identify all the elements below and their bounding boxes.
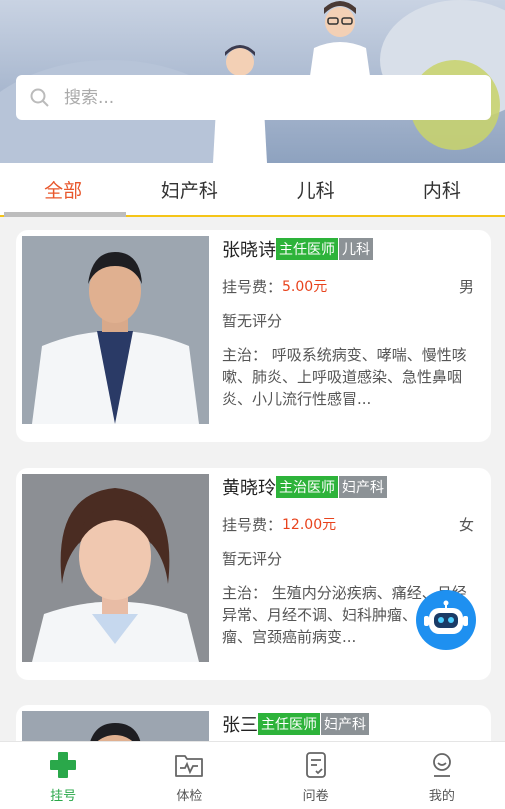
doctor-name: 黄晓玲: [222, 478, 276, 499]
tab-all[interactable]: 全部: [0, 163, 127, 217]
fee-label: 挂号费：: [222, 277, 283, 296]
gender-label: 女: [458, 515, 474, 534]
tab-internal-medicine[interactable]: 内科: [379, 163, 505, 215]
health-folder-icon: [174, 752, 204, 782]
doctor-photo: [22, 474, 209, 662]
fee-label: 挂号费：: [222, 515, 283, 534]
assistant-robot-button[interactable]: [416, 590, 476, 650]
nav-label: 问卷: [302, 789, 329, 804]
rating-text: 暂无评分: [222, 312, 283, 330]
gender-label: 男: [458, 277, 474, 296]
nav-questionnaire[interactable]: 问卷: [253, 742, 379, 809]
fee-value: 12.00元: [282, 517, 337, 533]
nav-checkup[interactable]: 体检: [126, 742, 252, 809]
title-badge: 主治医师: [276, 476, 338, 498]
department-badge: 妇产科: [321, 713, 369, 735]
doctor-card[interactable]: 张晓诗 主任医师 儿科 挂号费： 5.00元 男 暂无评分 主治： 呼吸系统病变…: [16, 230, 491, 442]
tab-pediatrics[interactable]: 儿科: [253, 163, 379, 215]
department-badge: 妇产科: [339, 476, 387, 498]
doctor-name: 张晓诗: [222, 240, 276, 261]
doctor-name: 张三: [222, 715, 258, 736]
department-badge: 儿科: [339, 238, 373, 260]
doctor-card[interactable]: 黄晓玲 主治医师 妇产科 挂号费： 12.00元 女 暂无评分 主治： 生殖内分…: [16, 468, 491, 680]
nav-label: 我的: [428, 789, 455, 804]
search-input[interactable]: [64, 87, 464, 108]
nav-label: 挂号: [50, 789, 77, 804]
robot-icon: [424, 600, 468, 634]
fee-value: 5.00元: [282, 279, 328, 295]
title-badge: 主任医师: [276, 238, 338, 260]
bottom-navigation: 挂号 体检 问卷 我的: [0, 741, 505, 809]
title-badge: 主任医师: [258, 713, 320, 735]
rating-text: 暂无评分: [222, 550, 283, 568]
search-bar[interactable]: [16, 75, 491, 120]
nav-profile[interactable]: 我的: [379, 742, 505, 809]
nav-label: 体检: [176, 789, 203, 804]
nav-register[interactable]: 挂号: [0, 742, 126, 809]
search-icon: [16, 75, 64, 120]
checklist-icon: [304, 752, 328, 782]
specialty-description: 主治： 呼吸系统病变、哮喘、慢性咳嗽、肺炎、上呼吸道感染、急性鼻咽炎、小儿流行性…: [222, 346, 467, 408]
category-tabs: 全部 妇产科 儿科 内科: [0, 163, 505, 217]
doctor-photo: [22, 236, 209, 424]
plus-cross-icon: [50, 752, 77, 782]
user-icon: [430, 752, 454, 782]
tab-obgyn[interactable]: 妇产科: [126, 163, 252, 215]
header-banner: [0, 0, 505, 163]
